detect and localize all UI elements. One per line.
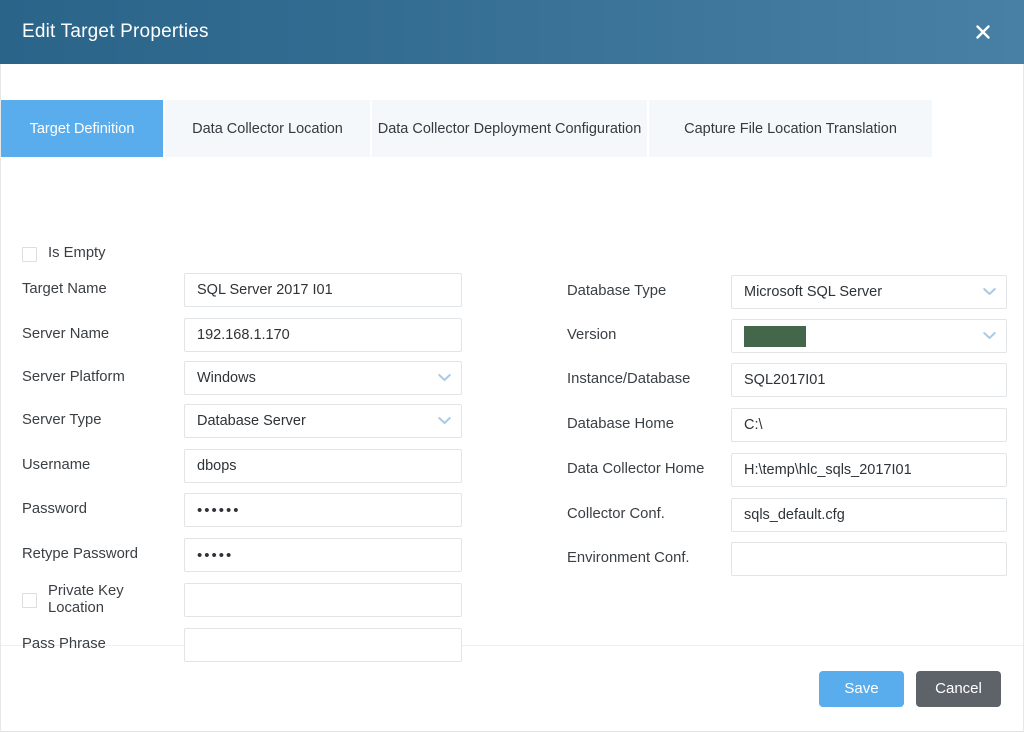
dialog-body: Target Definition Data Collector Locatio…	[0, 64, 1024, 732]
field-row-server-type: Server Type Database Server	[22, 404, 462, 438]
field-row-environment-conf: Environment Conf.	[567, 542, 1007, 576]
private-key-location-label: Private Key Location	[48, 583, 124, 616]
instance-database-label: Instance/Database	[567, 371, 731, 388]
tab-label: Data Collector Deployment Configuration	[378, 121, 642, 137]
password-input[interactable]: ••••••	[184, 493, 462, 527]
retype-password-label: Retype Password	[22, 546, 184, 563]
server-platform-select[interactable]: Windows	[184, 361, 462, 395]
tab-data-collector-location[interactable]: Data Collector Location	[165, 100, 370, 157]
database-type-value: Microsoft SQL Server	[744, 284, 882, 300]
field-row-data-collector-home: Data Collector Home H:\temp\hlc_sqls_201…	[567, 453, 1007, 487]
version-label: Version	[567, 327, 731, 344]
pass-phrase-label: Pass Phrase	[22, 636, 184, 653]
tab-label: Target Definition	[30, 121, 135, 137]
is-empty-checkbox[interactable]	[22, 247, 37, 262]
chevron-down-icon	[983, 328, 996, 344]
field-row-is-empty: Is Empty	[22, 237, 106, 271]
field-row-private-key-location: Private Key Location	[22, 583, 462, 617]
private-key-location-checkbox[interactable]	[22, 593, 37, 608]
database-type-select[interactable]: Microsoft SQL Server	[731, 275, 1007, 309]
private-key-location-label-line2: Location	[48, 600, 104, 616]
target-name-label: Target Name	[22, 281, 184, 298]
chevron-down-icon	[438, 413, 451, 429]
private-key-location-label-line1: Private Key	[48, 583, 124, 599]
chevron-down-icon	[438, 370, 451, 386]
retype-password-input[interactable]: •••••	[184, 538, 462, 572]
instance-database-input[interactable]: SQL2017I01	[731, 363, 1007, 397]
field-row-server-platform: Server Platform Windows	[22, 361, 462, 395]
password-label: Password	[22, 501, 184, 518]
field-row-retype-password: Retype Password •••••	[22, 538, 462, 572]
cancel-button[interactable]: Cancel	[916, 671, 1001, 707]
version-redacted-value	[744, 326, 806, 347]
edit-target-properties-dialog: Edit Target Properties Target Definition…	[0, 0, 1024, 732]
is-empty-label: Is Empty	[48, 245, 106, 262]
pass-phrase-input[interactable]	[184, 628, 462, 662]
tab-data-collector-deployment-configuration[interactable]: Data Collector Deployment Configuration	[372, 100, 647, 157]
database-type-label: Database Type	[567, 283, 731, 300]
tab-capture-file-location-translation[interactable]: Capture File Location Translation	[649, 100, 932, 157]
database-home-value: C:\	[744, 417, 763, 433]
data-collector-home-label: Data Collector Home	[567, 461, 731, 478]
tab-bar: Target Definition Data Collector Locatio…	[1, 64, 1023, 157]
username-input[interactable]: dbops	[184, 449, 462, 483]
target-name-value: SQL Server 2017 I01	[197, 282, 333, 298]
dialog-titlebar: Edit Target Properties	[0, 0, 1024, 64]
private-key-location-input[interactable]	[184, 583, 462, 617]
field-row-server-name: Server Name 192.168.1.170	[22, 318, 462, 352]
username-label: Username	[22, 457, 184, 474]
database-home-input[interactable]: C:\	[731, 408, 1007, 442]
version-select[interactable]	[731, 319, 1007, 353]
tab-label: Data Collector Location	[192, 121, 343, 137]
instance-database-value: SQL2017I01	[744, 372, 825, 388]
field-row-pass-phrase: Pass Phrase	[22, 628, 462, 662]
close-icon[interactable]	[966, 15, 1000, 49]
field-row-target-name: Target Name SQL Server 2017 I01	[22, 273, 462, 307]
dialog-title: Edit Target Properties	[22, 21, 966, 43]
server-platform-label: Server Platform	[22, 369, 184, 386]
field-row-database-type: Database Type Microsoft SQL Server	[567, 275, 1007, 309]
chevron-down-icon	[983, 284, 996, 300]
server-type-label: Server Type	[22, 412, 184, 429]
field-row-instance-database: Instance/Database SQL2017I01	[567, 363, 1007, 397]
server-type-select[interactable]: Database Server	[184, 404, 462, 438]
server-name-input[interactable]: 192.168.1.170	[184, 318, 462, 352]
database-home-label: Database Home	[567, 416, 731, 433]
target-name-input[interactable]: SQL Server 2017 I01	[184, 273, 462, 307]
password-value: ••••••	[197, 503, 241, 518]
field-row-collector-conf: Collector Conf. sqls_default.cfg	[567, 498, 1007, 532]
server-name-value: 192.168.1.170	[197, 327, 290, 343]
collector-conf-input[interactable]: sqls_default.cfg	[731, 498, 1007, 532]
tab-target-definition[interactable]: Target Definition	[1, 100, 163, 157]
data-collector-home-value: H:\temp\hlc_sqls_2017I01	[744, 462, 912, 478]
server-type-value: Database Server	[197, 413, 306, 429]
field-row-version: Version	[567, 319, 1007, 353]
field-row-database-home: Database Home C:\	[567, 408, 1007, 442]
collector-conf-label: Collector Conf.	[567, 506, 731, 523]
retype-password-value: •••••	[197, 548, 233, 563]
tab-label: Capture File Location Translation	[684, 121, 897, 137]
field-row-password: Password ••••••	[22, 493, 462, 527]
environment-conf-label: Environment Conf.	[567, 550, 731, 567]
environment-conf-input[interactable]	[731, 542, 1007, 576]
save-button[interactable]: Save	[819, 671, 904, 707]
field-row-username: Username dbops	[22, 449, 462, 483]
collector-conf-value: sqls_default.cfg	[744, 507, 845, 523]
target-definition-form: Is Empty Target Name SQL Server 2017 I01…	[1, 157, 1023, 645]
username-value: dbops	[197, 458, 237, 474]
data-collector-home-input[interactable]: H:\temp\hlc_sqls_2017I01	[731, 453, 1007, 487]
server-name-label: Server Name	[22, 326, 184, 343]
server-platform-value: Windows	[197, 370, 256, 386]
